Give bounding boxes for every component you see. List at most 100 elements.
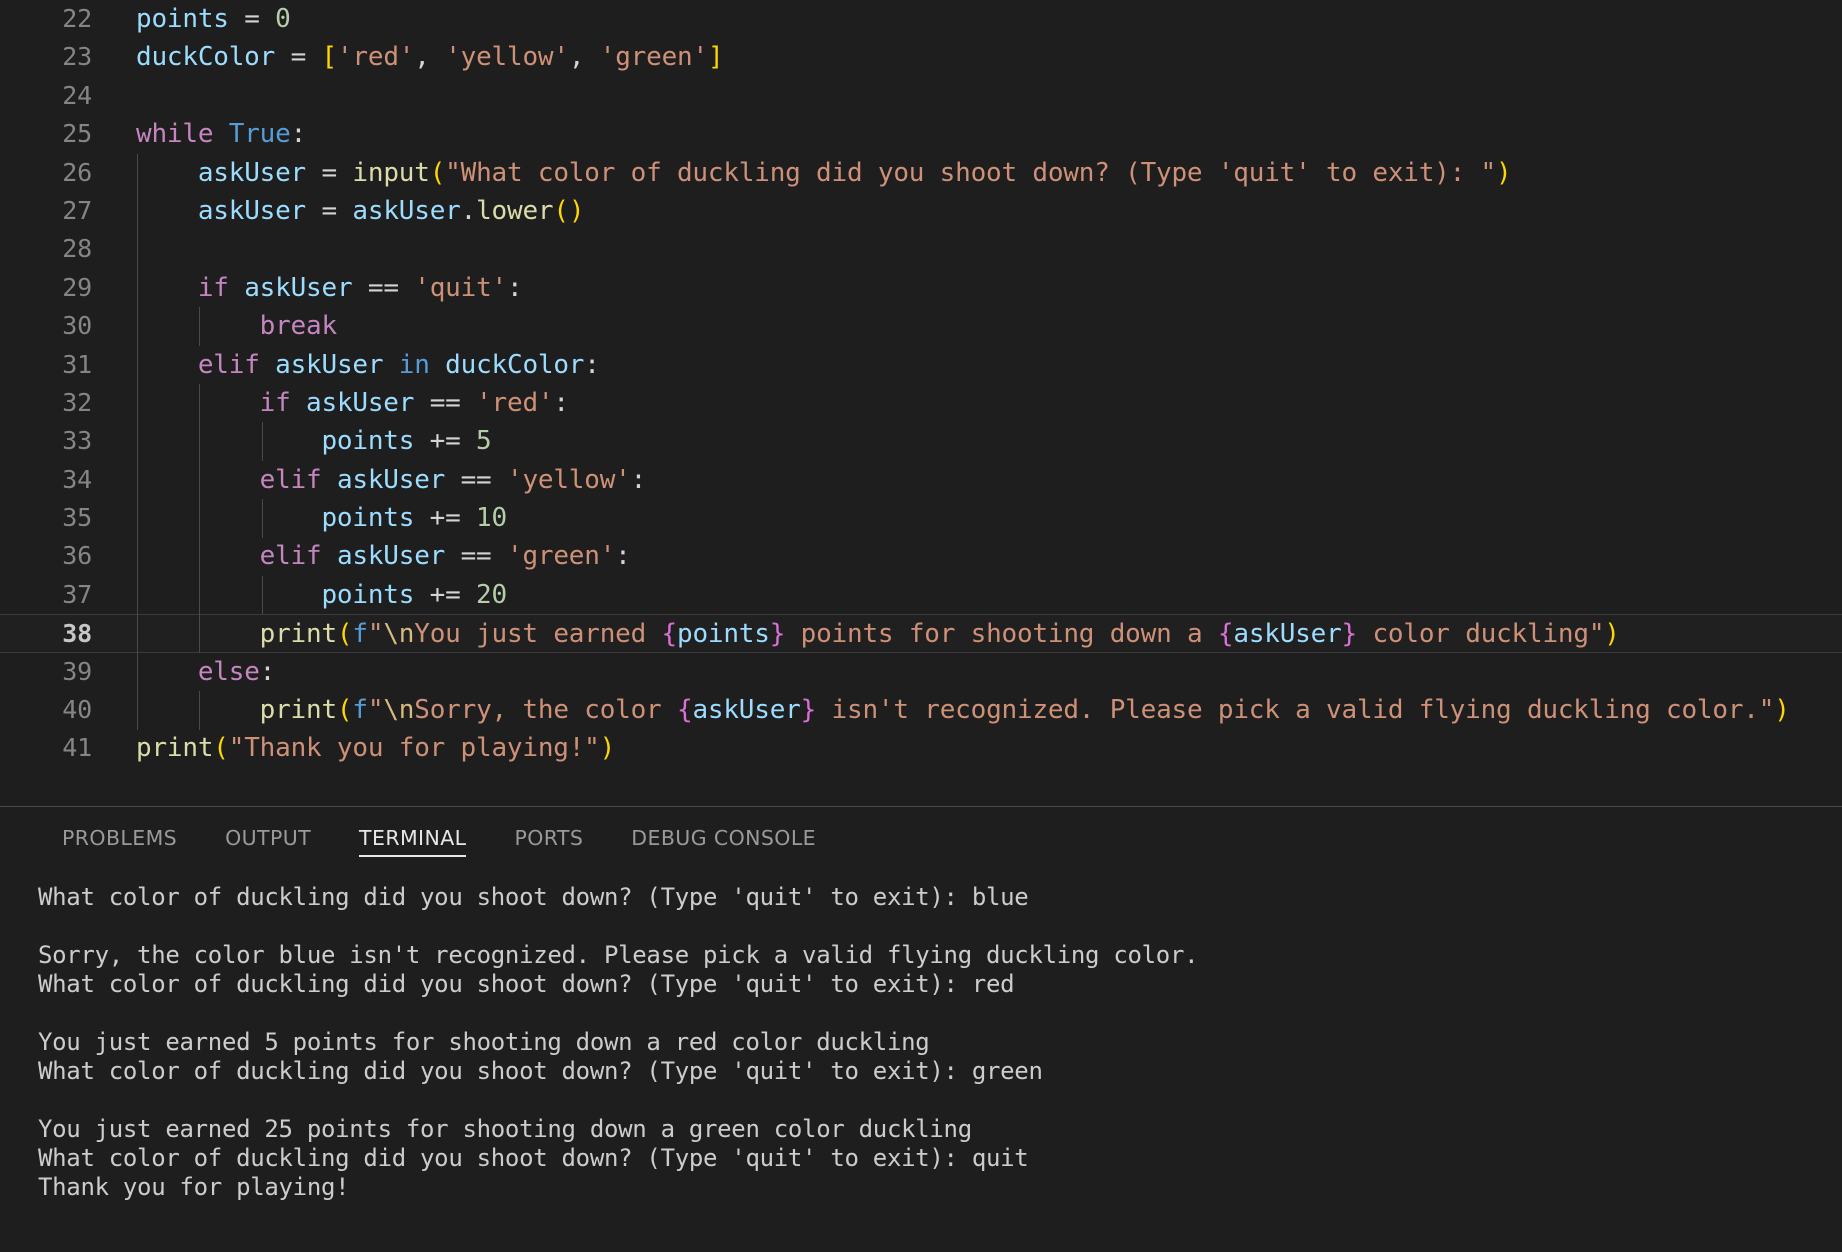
code-line[interactable]: 37 points += 20 — [0, 576, 1842, 614]
terminal-line: You just earned 25 points for shooting d… — [38, 1115, 972, 1143]
code-token: == — [367, 272, 399, 303]
code-token: 'quit' — [414, 272, 507, 303]
code-line[interactable]: 30 break — [0, 307, 1842, 345]
code-line[interactable]: 26 askUser = input("What color of duckli… — [0, 154, 1842, 192]
code-token: " — [367, 695, 384, 726]
code-text: elif askUser in duckColor: — [136, 346, 600, 384]
code-token: f — [352, 619, 368, 650]
terminal-line: You just earned 5 points for shooting do… — [38, 1028, 930, 1056]
code-text: while True: — [136, 115, 306, 153]
code-text: points += 20 — [136, 576, 507, 614]
code-line[interactable]: 28 — [0, 230, 1842, 268]
panel-tab-output[interactable]: OUTPUT — [201, 807, 335, 869]
code-token: ] — [707, 42, 724, 73]
terminal-line: What color of duckling did you shoot dow… — [38, 883, 1029, 911]
code-token: [ — [321, 42, 338, 73]
panel-tab-problems[interactable]: PROBLEMS — [38, 807, 201, 869]
code-token: : — [290, 119, 307, 150]
code-token: askUser — [244, 272, 353, 303]
line-number: 34 — [62, 464, 92, 494]
panel-tab-terminal[interactable]: TERMINAL — [335, 807, 490, 869]
code-line[interactable]: 31 elif askUser in duckColor: — [0, 346, 1842, 384]
code-token: () — [553, 195, 585, 226]
code-line[interactable]: 29 if askUser == 'quit': — [0, 269, 1842, 307]
line-number: 29 — [62, 272, 92, 302]
code-token: points — [321, 426, 415, 457]
code-token: ) — [1774, 695, 1790, 726]
code-line-list[interactable]: 22 points = 0 23 duckColor = ['red', 'yello… — [0, 0, 1842, 768]
code-line-active[interactable]: 38 print(f"\nYou just earned {points} po… — [0, 614, 1842, 653]
code-token: points — [136, 4, 229, 34]
code-token: : — [584, 349, 600, 380]
code-token: ( — [336, 619, 353, 650]
code-text: elif askUser == 'yellow': — [136, 461, 647, 499]
code-token: == — [460, 541, 492, 572]
code-text: if askUser == 'quit': — [136, 269, 523, 307]
code-token: : — [259, 656, 276, 687]
code-line[interactable]: 36 elif askUser == 'green': — [0, 537, 1842, 575]
indent-guide — [199, 307, 201, 346]
code-line[interactable]: 35 points += 10 — [0, 499, 1842, 537]
code-line[interactable]: 25 while True: — [0, 115, 1842, 153]
code-token: 5 — [476, 426, 492, 457]
line-number: 27 — [62, 195, 92, 225]
code-token: if — [197, 272, 229, 303]
code-token: duckColor — [136, 42, 276, 73]
code-token: = — [321, 195, 337, 226]
code-token: " — [1588, 619, 1605, 650]
code-token: print — [259, 619, 337, 650]
code-text: break — [136, 307, 337, 345]
code-token: ( — [336, 695, 353, 726]
code-token: in — [398, 349, 430, 380]
panel-tab-ports[interactable]: PORTS — [490, 807, 607, 869]
code-token: == — [429, 387, 461, 418]
code-token: askUser — [692, 695, 801, 726]
code-line[interactable]: 34 elif askUser == 'yellow': — [0, 461, 1842, 499]
line-number: 31 — [62, 349, 92, 379]
code-line[interactable]: 23 duckColor = ['red', 'yellow', 'green'] — [0, 38, 1842, 76]
code-token: askUser — [197, 195, 307, 226]
code-token: break — [259, 311, 337, 342]
code-token: askUser — [306, 387, 415, 418]
code-line[interactable]: 22 points = 0 — [0, 0, 1842, 38]
code-token: 'red' — [336, 42, 415, 73]
panel-tab-debug-console[interactable]: DEBUG CONSOLE — [607, 807, 840, 869]
code-token: askUser — [197, 157, 307, 188]
terminal-line: What color of duckling did you shoot dow… — [38, 970, 1015, 998]
code-line[interactable]: 39 else: — [0, 653, 1842, 691]
terminal-output[interactable]: What color of duckling did you shoot dow… — [0, 869, 1842, 1252]
line-number: 38 — [62, 619, 92, 649]
code-token: Sorry, the color — [414, 695, 677, 726]
panel-tab-bar[interactable]: PROBLEMS OUTPUT TERMINAL PORTS DEBUG CONSOLE — [0, 807, 1842, 869]
code-line[interactable]: 24 — [0, 77, 1842, 115]
code-line[interactable]: 41 print("Thank you for playing!") — [0, 729, 1842, 767]
code-line[interactable]: 40 print(f"\nSorry, the color {askUser} … — [0, 691, 1842, 729]
code-editor[interactable]: 22 points = 0 23 duckColor = ['red', 'yello… — [0, 0, 1842, 806]
bottom-panel: PROBLEMS OUTPUT TERMINAL PORTS DEBUG CONSOLE… — [0, 806, 1842, 1252]
code-text: points += 10 — [136, 499, 507, 537]
indent-guide — [261, 576, 263, 615]
code-line[interactable]: 33 points += 5 — [0, 422, 1842, 460]
code-token: askUser — [275, 349, 384, 380]
code-token: duckColor — [445, 349, 585, 380]
code-token: += — [429, 503, 461, 534]
code-line[interactable]: 27 askUser = askUser.lower() — [0, 192, 1842, 230]
code-line[interactable]: 32 if askUser == 'red': — [0, 384, 1842, 422]
